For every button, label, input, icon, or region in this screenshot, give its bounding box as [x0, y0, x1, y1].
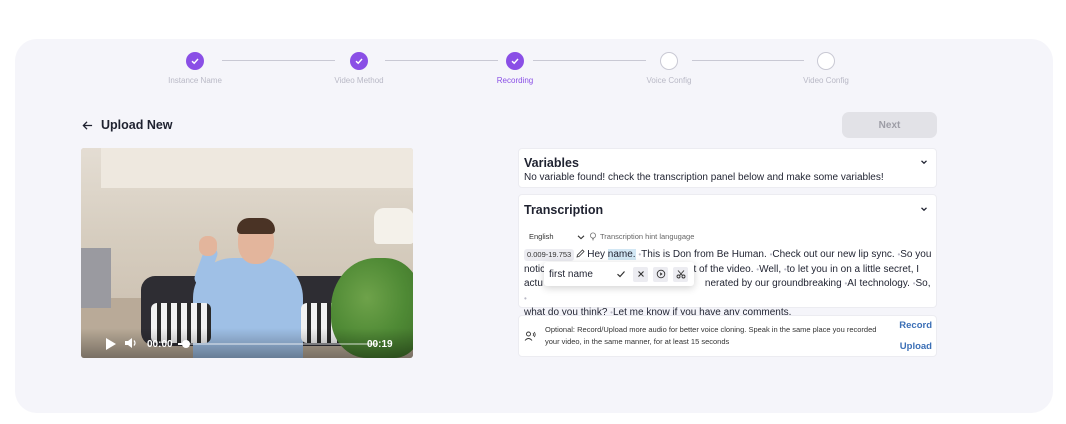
record-link[interactable]: Record [899, 320, 932, 331]
scissors-icon [676, 270, 685, 279]
stepper: Instance Name Video Method Recording Voi… [0, 52, 1066, 92]
current-time: 00:00 [147, 339, 173, 350]
segment-text[interactable]: Well, [759, 264, 781, 275]
step-label: Voice Config [646, 76, 692, 85]
segment-text[interactable]: nerated by our groundbreaking [705, 278, 842, 289]
step-voice-config: Voice Config [609, 52, 729, 85]
chevron-down-icon[interactable] [920, 158, 928, 166]
upload-link[interactable]: Upload [900, 341, 932, 352]
check-icon [616, 271, 625, 278]
page-title: Upload New [101, 118, 173, 132]
variables-title: Variables [524, 156, 579, 170]
progress-knob[interactable] [182, 340, 190, 348]
check-icon [506, 52, 524, 70]
variable-popup: first name [544, 262, 694, 286]
segment-text[interactable]: AI technology. [847, 278, 910, 289]
step-instance-name: Instance Name [135, 52, 255, 85]
transcription-panel: Transcription English Transcription hint… [518, 194, 937, 318]
step-recording: Recording [455, 52, 575, 85]
check-icon [186, 52, 204, 70]
duration: 00:19 [367, 339, 393, 350]
step-circle [817, 52, 835, 70]
step-label: Video Config [803, 76, 849, 85]
video-player[interactable]: 00:00 00:19 [81, 148, 413, 358]
step-label: Recording [496, 76, 534, 85]
language-select[interactable]: English [529, 232, 577, 241]
variables-empty-message: No variable found! check the transcripti… [524, 172, 884, 183]
variables-panel: Variables No variable found! check the t… [518, 148, 937, 188]
segment-text[interactable]: So you [900, 249, 931, 260]
arrow-left-icon [82, 120, 93, 130]
voice-user-icon [524, 331, 536, 341]
chevron-down-icon[interactable] [920, 205, 928, 213]
cancel-button[interactable] [633, 266, 648, 282]
transcription-title: Transcription [524, 203, 604, 217]
step-label: Instance Name [168, 76, 222, 85]
segment-text[interactable]: Check out our new lip sync. [772, 249, 894, 260]
segment-text[interactable]: So, [916, 278, 931, 289]
variable-name-input[interactable]: first name [549, 269, 613, 280]
segment-separator: • [524, 293, 527, 303]
next-button[interactable]: Next [842, 112, 937, 138]
segment-text[interactable]: to let you in on a little secret, I [787, 264, 919, 275]
video-progress-bar[interactable] [178, 340, 378, 348]
step-circle [660, 52, 678, 70]
step-video-method: Video Method [299, 52, 419, 85]
check-icon [350, 52, 368, 70]
selected-word[interactable]: name. [607, 249, 636, 260]
close-icon [637, 271, 644, 277]
play-icon[interactable] [106, 338, 116, 350]
timestamp-badge: 0.009-19.753 [524, 249, 575, 261]
segment-text[interactable]: rt of the video. [690, 264, 753, 275]
segment-text[interactable]: notic [524, 264, 545, 275]
language-row: English Transcription hint langugage [529, 232, 694, 241]
voice-cloning-hint: Optional: Record/Upload more audio for b… [545, 325, 877, 346]
language-hint-label: Transcription hint langugage [600, 232, 695, 241]
additional-audio-panel: Optional: Record/Upload more audio for b… [518, 315, 937, 357]
step-video-config: Video Config [766, 52, 886, 85]
play-circle-icon [656, 269, 665, 279]
segment-text[interactable]: This is Don from Be Human. [641, 249, 767, 260]
lightbulb-icon [590, 232, 596, 241]
pencil-icon[interactable] [576, 249, 585, 258]
play-segment-button[interactable] [653, 266, 668, 282]
confirm-button[interactable] [613, 267, 628, 282]
cut-button[interactable] [673, 266, 688, 282]
segment-text[interactable]: Hey [587, 249, 608, 260]
segment-text[interactable]: actu [524, 278, 543, 289]
chevron-down-icon[interactable] [577, 233, 585, 241]
step-label: Video Method [334, 76, 384, 85]
back-button[interactable]: Upload New [82, 118, 173, 132]
volume-icon[interactable] [124, 336, 138, 353]
